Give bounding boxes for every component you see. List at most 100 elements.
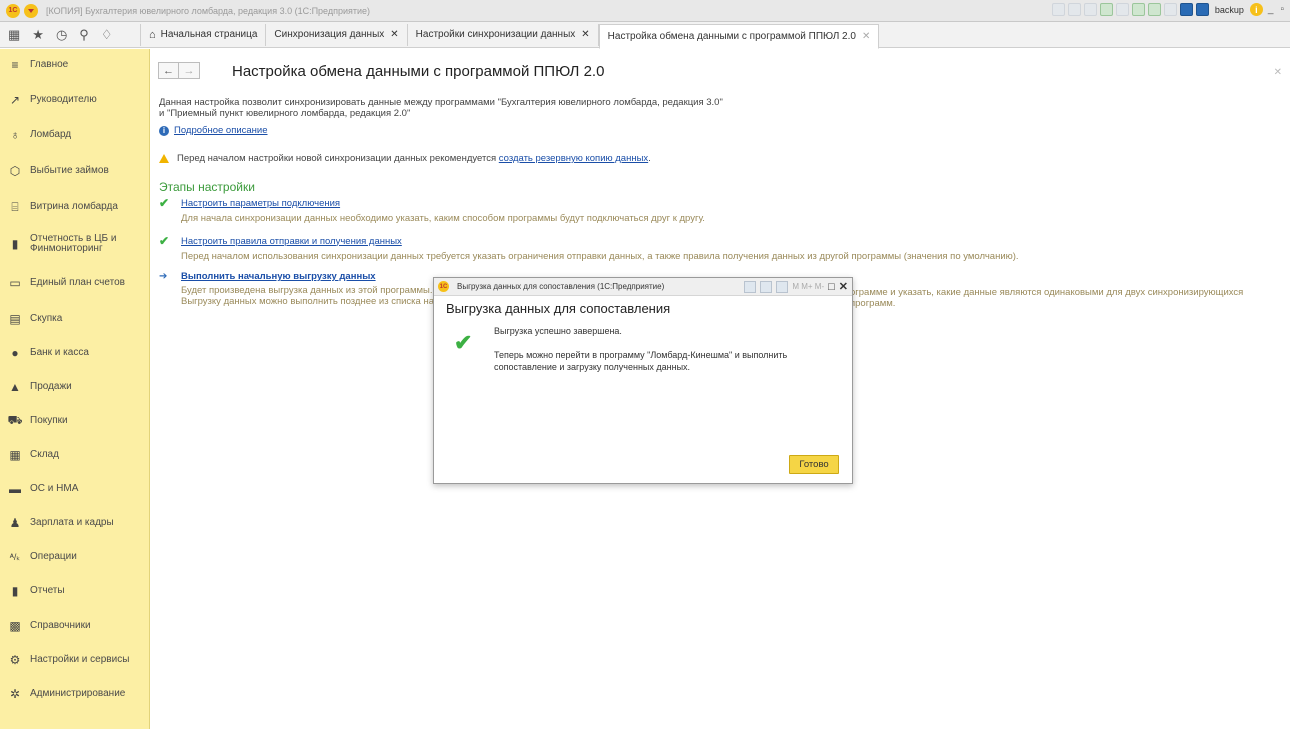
- bell-icon[interactable]: ♢: [101, 27, 113, 43]
- calendar-icon[interactable]: [1131, 3, 1145, 16]
- sidebar-item-purchases[interactable]: ⛟ Покупки: [0, 411, 150, 431]
- sidebar-item-buyup[interactable]: ▤ Скупка: [0, 309, 150, 329]
- main-menu-button[interactable]: [24, 3, 38, 18]
- bag-icon: ▲: [9, 380, 21, 394]
- warning-icon: [159, 154, 169, 163]
- calculator-icon[interactable]: [1147, 3, 1161, 16]
- info-icon: i: [159, 125, 169, 136]
- report-icon: ▮: [11, 584, 19, 598]
- fullscreen-icon[interactable]: [1195, 3, 1209, 16]
- close-tab-icon[interactable]: ✕: [581, 29, 589, 40]
- close-tab-icon[interactable]: ✕: [862, 31, 870, 42]
- details-link[interactable]: Подробное описание: [174, 125, 268, 136]
- trend-icon: ↗: [9, 93, 21, 107]
- truck-icon: ▬: [9, 482, 21, 496]
- titlebar-tools: backup i _ ▫: [1051, 3, 1286, 16]
- paste-icon[interactable]: [1067, 3, 1081, 16]
- memory-icon[interactable]: M M+ M-: [792, 282, 824, 291]
- dialog-titlebar: 1С Выгрузка данных для сопоставления (1С…: [434, 278, 852, 296]
- sidebar-item-chart-of-accounts[interactable]: ▭ Единый план счетов: [0, 273, 150, 293]
- bar-chart-icon: ▮: [11, 237, 19, 251]
- close-form-icon[interactable]: ✕: [1274, 67, 1282, 78]
- minimize-button[interactable]: _: [1266, 4, 1276, 15]
- page-title: Настройка обмена данными с программой ПП…: [232, 63, 605, 80]
- sidebar: ≡ Главное ↗ Руководителю ♁ Ломбард ⬡ Выб…: [0, 49, 150, 729]
- history-icon[interactable]: [1099, 3, 1113, 16]
- sidebar-item-fixed-assets[interactable]: ▬ ОС и НМА: [0, 479, 150, 499]
- maximize-icon[interactable]: □: [828, 281, 835, 293]
- folder-icon: ▩: [9, 619, 21, 633]
- tab-exchange-setup[interactable]: Настройка обмена данными с программой ПП…: [598, 23, 880, 49]
- calculator-icon[interactable]: [776, 280, 789, 293]
- sidebar-item-catalogs[interactable]: ▩ Справочники: [0, 616, 150, 636]
- tab-sync-settings[interactable]: Настройки синхронизации данных ✕: [407, 23, 599, 46]
- setup-description: Данная настройка позволит синхронизирова…: [159, 97, 723, 119]
- ring-icon: ♁: [10, 128, 20, 142]
- done-button[interactable]: Готово: [789, 455, 839, 474]
- create-backup-link[interactable]: создать резервную копию данных: [499, 153, 648, 164]
- toolbar-nav-icons: ▦ ★ ◷ ⚲ ♢: [0, 27, 140, 43]
- dialog-heading: Выгрузка данных для сопоставления: [446, 301, 671, 316]
- back-button[interactable]: ←: [158, 62, 179, 79]
- sidebar-item-bank[interactable]: ● Банк и касса: [0, 343, 150, 363]
- sidebar-item-reports[interactable]: ▮ Отчеты: [0, 581, 150, 601]
- link-icon[interactable]: [1083, 3, 1097, 16]
- nav-buttons: ← →: [158, 62, 200, 79]
- apps-grid-icon[interactable]: ▦: [8, 27, 20, 43]
- favorites-icon[interactable]: [1115, 3, 1129, 16]
- sidebar-item-settings[interactable]: ⚙ Настройки и сервисы: [0, 650, 150, 670]
- app-logo-icon: 1С: [6, 3, 20, 18]
- search-icon[interactable]: [1179, 3, 1193, 16]
- cart-icon: ⛟: [7, 413, 23, 427]
- book-icon: ▭: [9, 276, 21, 290]
- connection-params-link[interactable]: Настроить параметры подключения: [181, 198, 340, 209]
- box-icon: ⬡: [9, 164, 21, 178]
- cash-register-icon: ▤: [9, 312, 21, 326]
- details-link-row: i Подробное описание: [159, 125, 268, 136]
- sidebar-item-operations[interactable]: ᴬ/ₖ Операции: [0, 547, 150, 567]
- gear-small-icon: ✲: [9, 687, 21, 701]
- star-icon[interactable]: ★: [32, 27, 44, 43]
- home-icon: ⌂: [149, 28, 156, 41]
- copy-icon[interactable]: [744, 280, 757, 293]
- memory-icon[interactable]: [1163, 3, 1177, 16]
- sidebar-item-sales[interactable]: ▲ Продажи: [0, 377, 150, 397]
- sidebar-item-showcase[interactable]: ⌸ Витрина ломбарда: [0, 197, 150, 217]
- dialog-message-next: Теперь можно перейти в программу "Ломбар…: [494, 350, 788, 372]
- initial-export-link[interactable]: Выполнить начальную выгрузку данных: [181, 271, 376, 282]
- sidebar-item-manager[interactable]: ↗ Руководителю: [0, 90, 150, 110]
- user-name[interactable]: backup: [1212, 5, 1247, 15]
- operations-icon: ᴬ/ₖ: [9, 551, 21, 562]
- sidebar-item-loan-disposal[interactable]: ⬡ Выбытие займов: [0, 161, 150, 181]
- sidebar-item-salary[interactable]: ♟ Зарплата и кадры: [0, 513, 150, 533]
- stages-heading: Этапы настройки: [159, 180, 255, 194]
- sidebar-item-administration[interactable]: ✲ Администрирование: [0, 684, 150, 704]
- checkmark-icon: ✔: [159, 196, 170, 210]
- close-icon[interactable]: ✕: [839, 280, 848, 293]
- forward-button[interactable]: →: [179, 62, 200, 79]
- dialog-tools: M M+ M- □ ✕: [744, 280, 848, 293]
- history-clock-icon[interactable]: ◷: [56, 27, 67, 43]
- dialog-title: Выгрузка данных для сопоставления (1С:Пр…: [457, 282, 665, 291]
- tab-home[interactable]: ⌂ Начальная страница: [140, 23, 267, 46]
- checkmark-icon: ✔: [159, 234, 170, 248]
- sidebar-item-reporting[interactable]: ▮ Отчетность в ЦБ и Финмониторинг: [0, 233, 150, 255]
- step-rules: ✔ Настроить правила отправки и получения…: [159, 234, 1019, 262]
- sidebar-item-main[interactable]: ≡ Главное: [0, 55, 150, 75]
- info-icon[interactable]: i: [1249, 3, 1263, 16]
- rules-link[interactable]: Настроить правила отправки и получения д…: [181, 236, 402, 247]
- tab-bar: ▦ ★ ◷ ⚲ ♢ ⌂ Начальная страница Синхрониз…: [0, 22, 1290, 49]
- menu-icon: ≡: [11, 58, 19, 72]
- calendar-icon[interactable]: [760, 280, 773, 293]
- search-icon[interactable]: ⚲: [79, 27, 89, 43]
- maximize-button[interactable]: ▫: [1278, 4, 1286, 15]
- sidebar-item-pawnshop[interactable]: ♁ Ломбард: [0, 125, 150, 145]
- tab-sync-data[interactable]: Синхронизация данных ✕: [266, 23, 408, 46]
- warehouse-icon: ▦: [9, 448, 21, 462]
- export-dialog: 1С Выгрузка данных для сопоставления (1С…: [433, 277, 853, 484]
- shop-icon: ⌸: [11, 199, 19, 214]
- dialog-message-success: Выгрузка успешно завершена.: [494, 326, 622, 336]
- close-tab-icon[interactable]: ✕: [390, 29, 398, 40]
- sidebar-item-warehouse[interactable]: ▦ Склад: [0, 445, 150, 465]
- copy-icon[interactable]: [1051, 3, 1065, 16]
